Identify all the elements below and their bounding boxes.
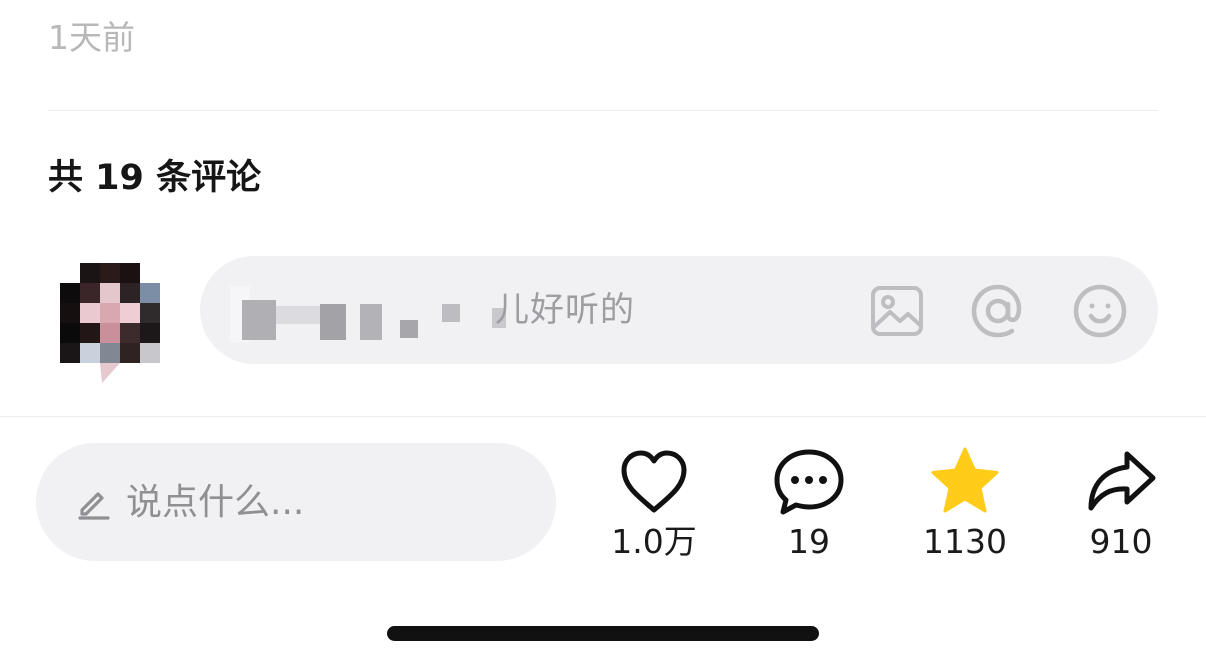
share-arrow-icon bbox=[1083, 444, 1159, 520]
like-count: 1.0万 bbox=[611, 522, 697, 561]
divider bbox=[0, 416, 1206, 417]
share-button[interactable]: 910 bbox=[1061, 444, 1181, 564]
blurred-text bbox=[190, 286, 510, 342]
comment-hint-text: 儿好听的 bbox=[495, 290, 635, 330]
star-icon bbox=[927, 444, 1003, 520]
collect-count: 1130 bbox=[923, 522, 1007, 561]
post-timestamp: 1天前 bbox=[48, 18, 135, 57]
divider bbox=[48, 110, 1158, 111]
at-icon[interactable] bbox=[969, 282, 1027, 340]
comment-bubble-icon bbox=[771, 444, 847, 520]
home-indicator[interactable] bbox=[387, 626, 819, 641]
emoji-icon[interactable] bbox=[1071, 282, 1129, 340]
heart-icon bbox=[616, 444, 692, 520]
share-count: 910 bbox=[1089, 522, 1153, 561]
comment-count-title: 共 19 条评论 bbox=[48, 158, 262, 198]
user-avatar[interactable] bbox=[60, 263, 160, 383]
comment-count: 19 bbox=[788, 522, 830, 561]
collect-button[interactable]: 1130 bbox=[905, 444, 1025, 564]
like-button[interactable]: 1.0万 bbox=[594, 444, 714, 564]
comment-button[interactable]: 19 bbox=[749, 444, 869, 564]
say-something-placeholder: 说点什么... bbox=[126, 482, 305, 523]
image-icon[interactable] bbox=[868, 282, 926, 340]
pencil-icon bbox=[76, 484, 112, 520]
